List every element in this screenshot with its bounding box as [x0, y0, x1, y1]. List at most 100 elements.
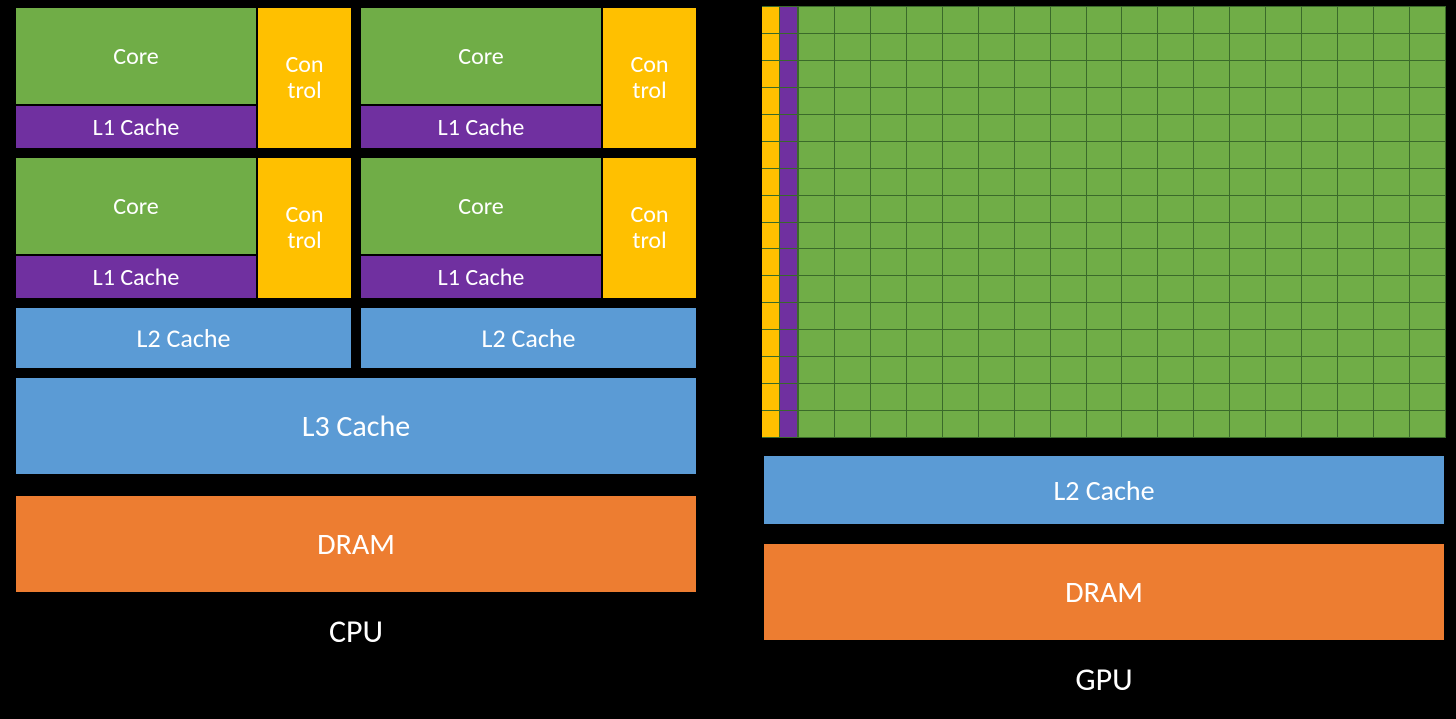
- gpu-core-cell: [1087, 88, 1123, 115]
- gpu-core-cell: [835, 115, 871, 142]
- gpu-mini-row: [762, 249, 798, 276]
- gpu-core-cell: [1158, 276, 1194, 303]
- gpu-mini-row: [762, 357, 798, 384]
- cpu-core: Core: [16, 8, 256, 106]
- gpu-mini-control: [762, 223, 780, 249]
- gpu-core-cell: [1122, 61, 1158, 88]
- gpu-core-cell: [1015, 330, 1051, 357]
- cpu-core: Core: [361, 158, 601, 256]
- gpu-core-cell: [1410, 357, 1446, 384]
- gpu-core-cell: [835, 7, 871, 34]
- gpu-core-cell: [1087, 196, 1123, 223]
- gpu-core-cell: [1051, 115, 1087, 142]
- gpu-core-cell: [1122, 411, 1158, 438]
- gpu-core-cell: [1338, 249, 1374, 276]
- gpu-core-cell: [1158, 384, 1194, 411]
- gpu-core-cell: [1266, 115, 1302, 142]
- gpu-core-cell: [979, 223, 1015, 250]
- gpu-core-cell: [1122, 303, 1158, 330]
- gpu-core-cell: [799, 88, 835, 115]
- gpu-core-cell: [1194, 223, 1230, 250]
- gpu-mini-control: [762, 384, 780, 410]
- gpu-core-cell: [1302, 411, 1338, 438]
- gpu-core-cell: [1374, 384, 1410, 411]
- gpu-core-cell: [943, 303, 979, 330]
- gpu-mini-l1: [780, 357, 798, 383]
- cpu-core-row-1: Core L1 Cache Control Core L1 Cache Cont…: [14, 6, 698, 150]
- gpu-core-cell: [799, 303, 835, 330]
- gpu-core-cell: [979, 115, 1015, 142]
- gpu-core-cell: [1410, 169, 1446, 196]
- cpu-control: Control: [601, 158, 696, 298]
- gpu-core-cell: [1015, 223, 1051, 250]
- gpu-core-cell: [1230, 411, 1266, 438]
- gpu-core-cell: [871, 249, 907, 276]
- gpu-core-cell: [1015, 357, 1051, 384]
- gpu-core-cell: [871, 34, 907, 61]
- cpu-l1-cache: L1 Cache: [16, 256, 256, 298]
- cpu-l1-cache: L1 Cache: [361, 256, 601, 298]
- gpu-core-cell: [907, 384, 943, 411]
- gpu-core-cell: [1087, 169, 1123, 196]
- cpu-core-left: Core L1 Cache: [16, 8, 256, 148]
- cpu-core-left: Core L1 Cache: [361, 158, 601, 298]
- gpu-core-cell: [1266, 411, 1302, 438]
- gpu-core-cell: [1087, 34, 1123, 61]
- cpu-caption: CPU: [14, 612, 698, 651]
- gpu-core-cell: [1374, 357, 1410, 384]
- gpu-core-cell: [1051, 142, 1087, 169]
- gpu-mini-control: [762, 357, 780, 383]
- gpu-core-cell: [871, 384, 907, 411]
- gpu-core-cell: [1410, 276, 1446, 303]
- gpu-core-cell: [1122, 142, 1158, 169]
- gpu-core-cell: [871, 169, 907, 196]
- gpu-core-cell: [1410, 115, 1446, 142]
- gpu-core-cell: [799, 330, 835, 357]
- gpu-core-cell: [835, 303, 871, 330]
- gpu-core-cell: [979, 276, 1015, 303]
- gpu-mini-row: [762, 384, 798, 411]
- gpu-core-cell: [1338, 7, 1374, 34]
- gpu-core-cell: [871, 411, 907, 438]
- gpu-core-cell: [1230, 330, 1266, 357]
- gpu-core-cell: [1194, 34, 1230, 61]
- gpu-core-cell: [1194, 7, 1230, 34]
- gpu-core-cell: [1015, 196, 1051, 223]
- gpu-core-cell: [907, 411, 943, 438]
- gpu-mini-l1: [780, 276, 798, 302]
- gpu-core-cell: [907, 303, 943, 330]
- cpu-core-left: Core L1 Cache: [361, 8, 601, 148]
- gpu-core-cell: [1158, 223, 1194, 250]
- gpu-core-cell: [1410, 223, 1446, 250]
- gpu-mini-control: [762, 330, 780, 356]
- gpu-mini-l1: [780, 411, 798, 437]
- cpu-core: Core: [361, 8, 601, 106]
- gpu-mini-l1: [780, 223, 798, 249]
- gpu-dram: DRAM: [762, 542, 1446, 642]
- gpu-core-cell: [1194, 169, 1230, 196]
- gpu-mini-l1: [780, 249, 798, 275]
- gpu-l2-cache: L2 Cache: [762, 454, 1446, 526]
- gpu-core-cell: [799, 384, 835, 411]
- cpu-core-block: Core L1 Cache Control: [14, 156, 353, 300]
- gpu-core-cell: [1194, 88, 1230, 115]
- gpu-core-cell: [799, 142, 835, 169]
- gpu-core-cell: [1230, 303, 1266, 330]
- gpu-core-cell: [1194, 61, 1230, 88]
- gpu-core-cell: [1194, 115, 1230, 142]
- gpu-core-cell: [799, 115, 835, 142]
- gpu-core-cell: [1194, 384, 1230, 411]
- gpu-core-cell: [1158, 330, 1194, 357]
- gpu-core-cell: [1266, 223, 1302, 250]
- gpu-core-cell: [1410, 249, 1446, 276]
- gpu-mini-row: [762, 330, 798, 357]
- gpu-core-cell: [1410, 61, 1446, 88]
- cpu-l2-cache: L2 Cache: [14, 306, 353, 370]
- gpu-core-cell: [1158, 7, 1194, 34]
- gpu-core-cell: [907, 169, 943, 196]
- gpu-core-cell: [979, 142, 1015, 169]
- gpu-core-cell: [1087, 223, 1123, 250]
- gpu-mini-row: [762, 115, 798, 142]
- gpu-core-cell: [1374, 223, 1410, 250]
- gpu-mini-l1: [780, 61, 798, 87]
